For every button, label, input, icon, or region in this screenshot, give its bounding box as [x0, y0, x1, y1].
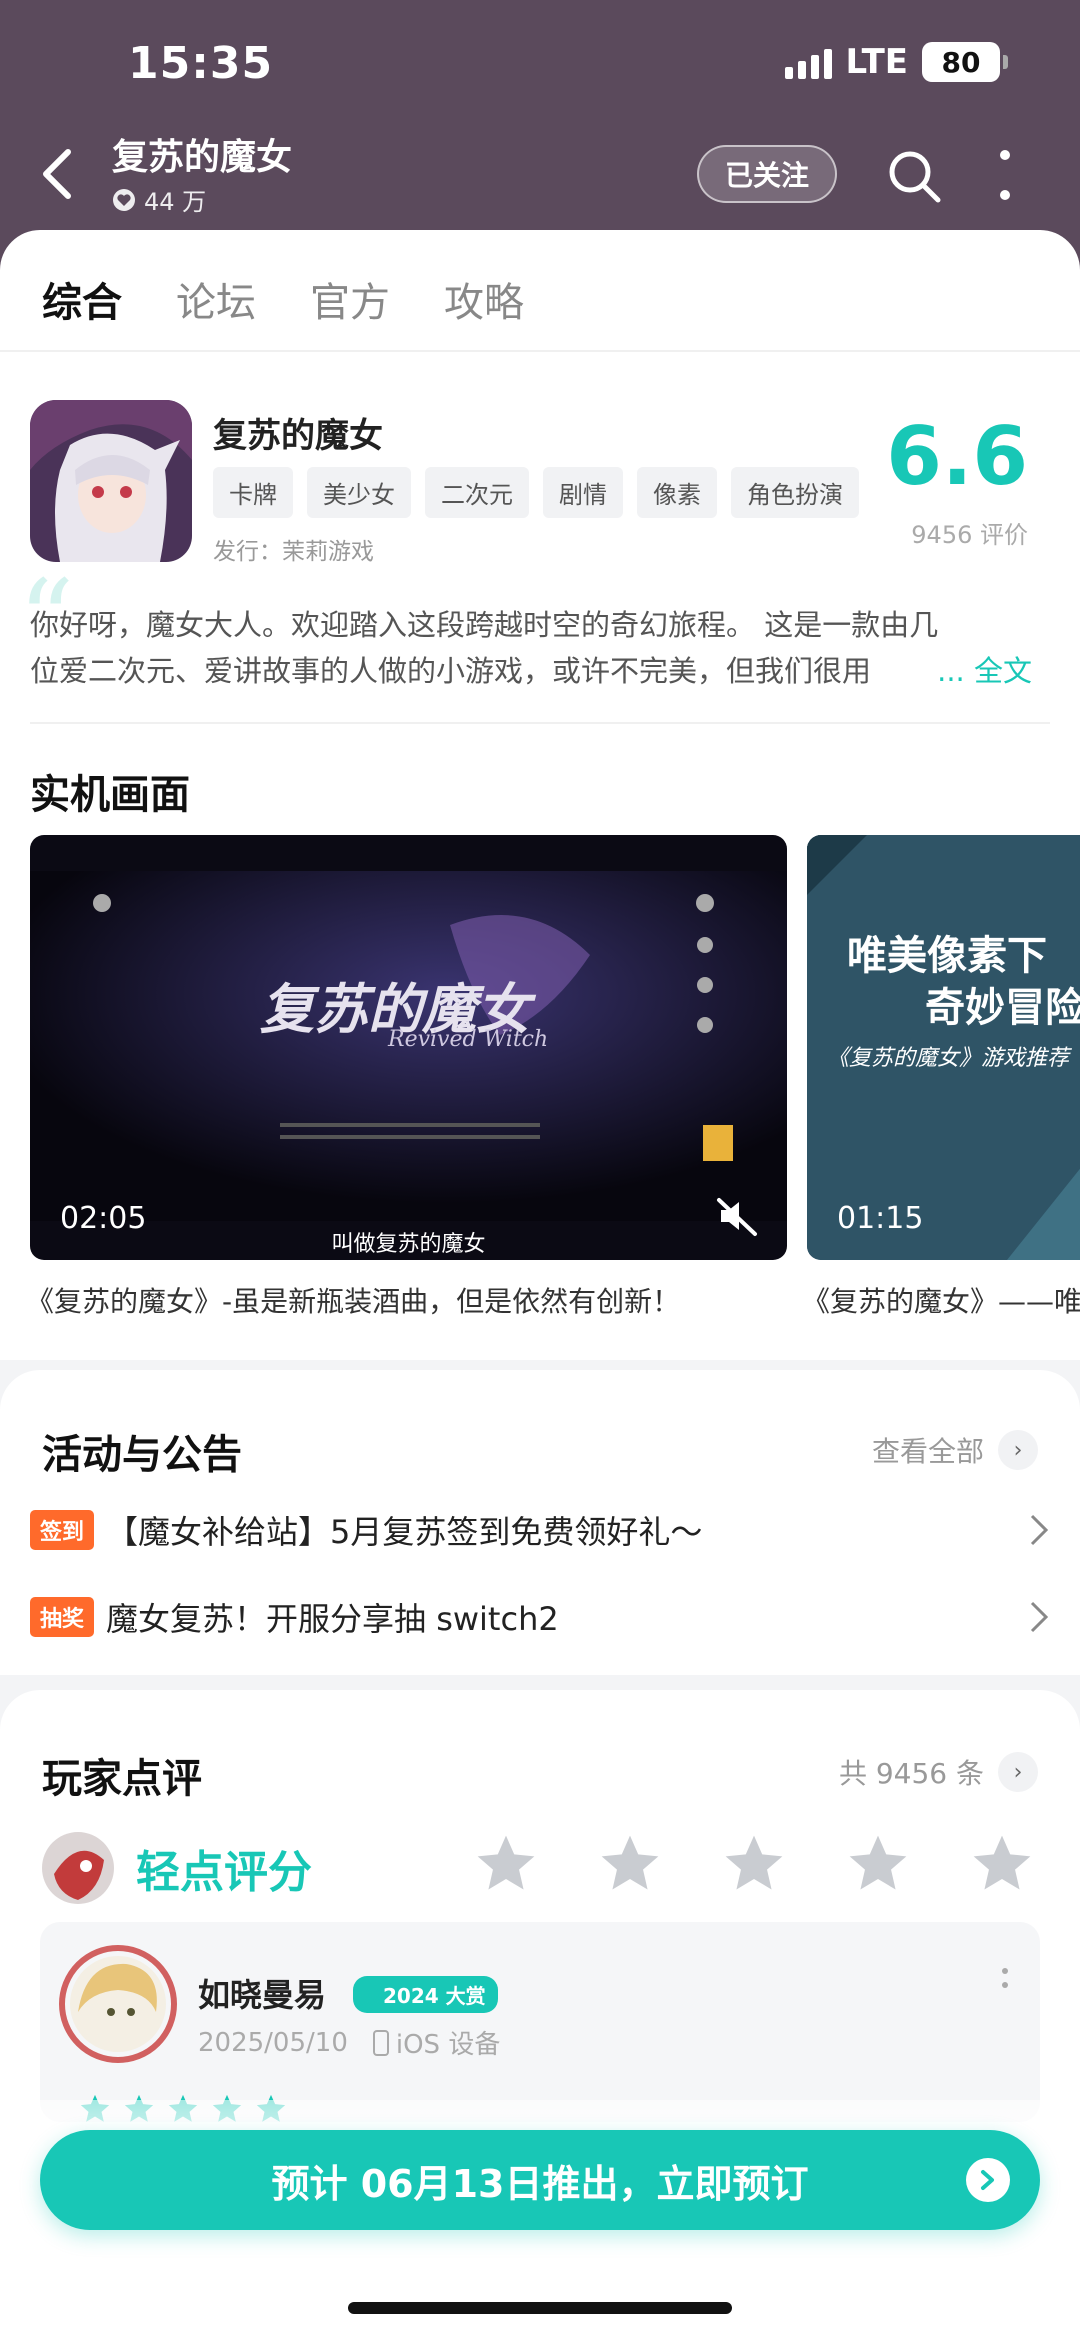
screenshot-carousel[interactable]: 复苏的魔女 Revived Witch 02:05 叫做复苏的魔女 唯美像素下 …	[30, 835, 1080, 1275]
preorder-label: 预计 06月13日推出，立即预订	[271, 2161, 809, 2206]
review-more-icon[interactable]	[1002, 1968, 1008, 1988]
tag[interactable]: 剧情	[543, 467, 623, 518]
star-icon[interactable]	[844, 1830, 912, 1898]
award-badge: 2024 大赏	[353, 1976, 498, 2013]
signal-icon	[784, 45, 832, 79]
activity-item[interactable]: 抽奖 魔女复苏！开服分享抽 switch2	[30, 1595, 1050, 1639]
battery-icon: 80	[922, 42, 1008, 82]
activities-card: 活动与公告 查看全部 › 签到 【魔女补给站】5月复苏签到免费领好礼～ 抽奖 魔…	[0, 1370, 1080, 1675]
activity-title: 魔女复苏！开服分享抽 switch2	[106, 1600, 559, 1638]
video-logo-en: Revived Witch	[388, 1027, 549, 1052]
reviewer-avatar[interactable]	[56, 1942, 180, 2066]
divider	[30, 722, 1050, 724]
tag[interactable]: 卡牌	[213, 467, 293, 518]
star-icon[interactable]	[720, 1830, 788, 1898]
video-overlay-text: 唯美像素下	[847, 933, 1047, 979]
read-full-link[interactable]: ... 全文	[931, 648, 1032, 690]
review-meta: 2025/05/10 iOS 设备	[198, 2024, 500, 2061]
tab-overview[interactable]: 综合	[42, 270, 122, 334]
fans-count: 44 万	[112, 182, 206, 217]
chevron-right-icon	[966, 2158, 1010, 2202]
video-subtitle: 叫做复苏的魔女	[331, 1232, 486, 1257]
video-caption[interactable]: 《复苏的魔女》——唯	[802, 1280, 1080, 1320]
video-overlay-text: 《复苏的魔女》游戏推荐	[827, 1046, 1070, 1071]
status-time: 15:35	[128, 38, 274, 89]
app-name: 复苏的魔女	[213, 416, 383, 456]
tab-bar: 综合 论坛 官方 攻略	[42, 270, 524, 334]
heart-icon	[113, 188, 135, 211]
device-info: iOS 设备	[372, 2024, 500, 2061]
reviews-total-link[interactable]: 共 9456 条 ›	[839, 1752, 1038, 1792]
network-type: LTE	[845, 42, 908, 82]
score-count[interactable]: 9456 评价	[911, 515, 1028, 550]
star-rating[interactable]	[472, 1830, 1036, 1898]
star-icon[interactable]	[472, 1830, 540, 1898]
score-value: 6.6	[886, 410, 1028, 503]
phone-icon	[372, 2029, 389, 2056]
tab-official[interactable]: 官方	[310, 270, 390, 334]
fans-value: 44 万	[144, 188, 207, 216]
activity-badge: 抽奖	[30, 1597, 95, 1637]
see-all-label: 查看全部	[871, 1435, 984, 1468]
publisher[interactable]: 发行：茉莉游戏	[213, 532, 374, 566]
reviews-total: 共 9456 条	[838, 1757, 984, 1790]
review-date: 2025/05/10	[198, 2027, 348, 2058]
tag[interactable]: 像素	[637, 467, 717, 518]
back-arrow-icon[interactable]	[38, 146, 78, 202]
screenshots-heading: 实机画面	[30, 772, 190, 818]
user-avatar	[42, 1832, 114, 1904]
video-thumbnail[interactable]: 复苏的魔女 Revived Witch 02:05 叫做复苏的魔女	[30, 835, 787, 1260]
description-line: 你好呀，魔女大人。欢迎踏入这段跨越时空的奇幻旅程。 这是一款由几	[30, 608, 939, 642]
tag[interactable]: 美少女	[307, 467, 411, 518]
preorder-button[interactable]: 预计 06月13日推出，立即预订	[40, 2130, 1040, 2230]
description-line: 位爱二次元、爱讲故事的人做的小游戏，或许不完美，但我们很用	[30, 654, 872, 688]
chevron-right-icon: ›	[998, 1430, 1038, 1470]
status-icons: LTE 80	[784, 42, 1008, 82]
header-title: 复苏的魔女	[112, 137, 293, 178]
tag-list: 卡牌 美少女 二次元 剧情 像素 角色扮演	[213, 467, 859, 518]
device-label: iOS 设备	[395, 2030, 501, 2060]
tab-forum[interactable]: 论坛	[176, 270, 256, 334]
video-thumbnail[interactable]: 唯美像素下 奇妙冒险 《复苏的魔女》游戏推荐 01:15	[807, 835, 1080, 1260]
home-indicator[interactable]	[348, 2302, 732, 2314]
see-all-link[interactable]: 查看全部 ›	[872, 1430, 1038, 1470]
follow-button[interactable]: 已关注	[697, 145, 837, 203]
description[interactable]: 你好呀，魔女大人。欢迎踏入这段跨越时空的奇幻旅程。 这是一款由几 位爱二次元、爱…	[30, 602, 1040, 694]
activity-badge: 签到	[30, 1510, 95, 1550]
mute-icon[interactable]	[715, 1194, 759, 1238]
tab-guides[interactable]: 攻略	[444, 270, 524, 334]
tag[interactable]: 二次元	[425, 467, 529, 518]
app-icon[interactable]	[30, 400, 192, 562]
search-icon[interactable]	[886, 148, 944, 206]
chevron-right-icon	[1030, 1601, 1049, 1633]
reviewer-name[interactable]: 如晓曼易	[198, 1970, 326, 2016]
video-overlay-text: 奇妙冒险	[925, 985, 1080, 1031]
divider	[0, 350, 1080, 352]
star-icon[interactable]	[596, 1830, 664, 1898]
more-menu-icon[interactable]	[990, 150, 1020, 200]
activities-heading: 活动与公告	[42, 1432, 242, 1478]
rating-input: 轻点评分	[40, 1830, 1040, 1904]
video-caption[interactable]: 《复苏的魔女》-虽是新瓶装酒曲，但是依然有创新！	[26, 1280, 680, 1320]
chevron-right-icon	[1030, 1514, 1049, 1546]
video-duration: 01:15	[837, 1201, 924, 1236]
star-icon[interactable]	[968, 1830, 1036, 1898]
rate-prompt: 轻点评分	[136, 1847, 312, 1898]
tag[interactable]: 角色扮演	[731, 467, 859, 518]
activity-item[interactable]: 签到 【魔女补给站】5月复苏签到免费领好礼～	[30, 1508, 1050, 1552]
activity-title: 【魔女补给站】5月复苏签到免费领好礼～	[106, 1513, 703, 1551]
battery-level: 80	[941, 45, 981, 79]
reviews-heading: 玩家点评	[42, 1756, 202, 1802]
review-item[interactable]: 如晓曼易 2024 大赏 2025/05/10 iOS 设备	[40, 1922, 1040, 2122]
chevron-right-icon: ›	[998, 1752, 1038, 1792]
